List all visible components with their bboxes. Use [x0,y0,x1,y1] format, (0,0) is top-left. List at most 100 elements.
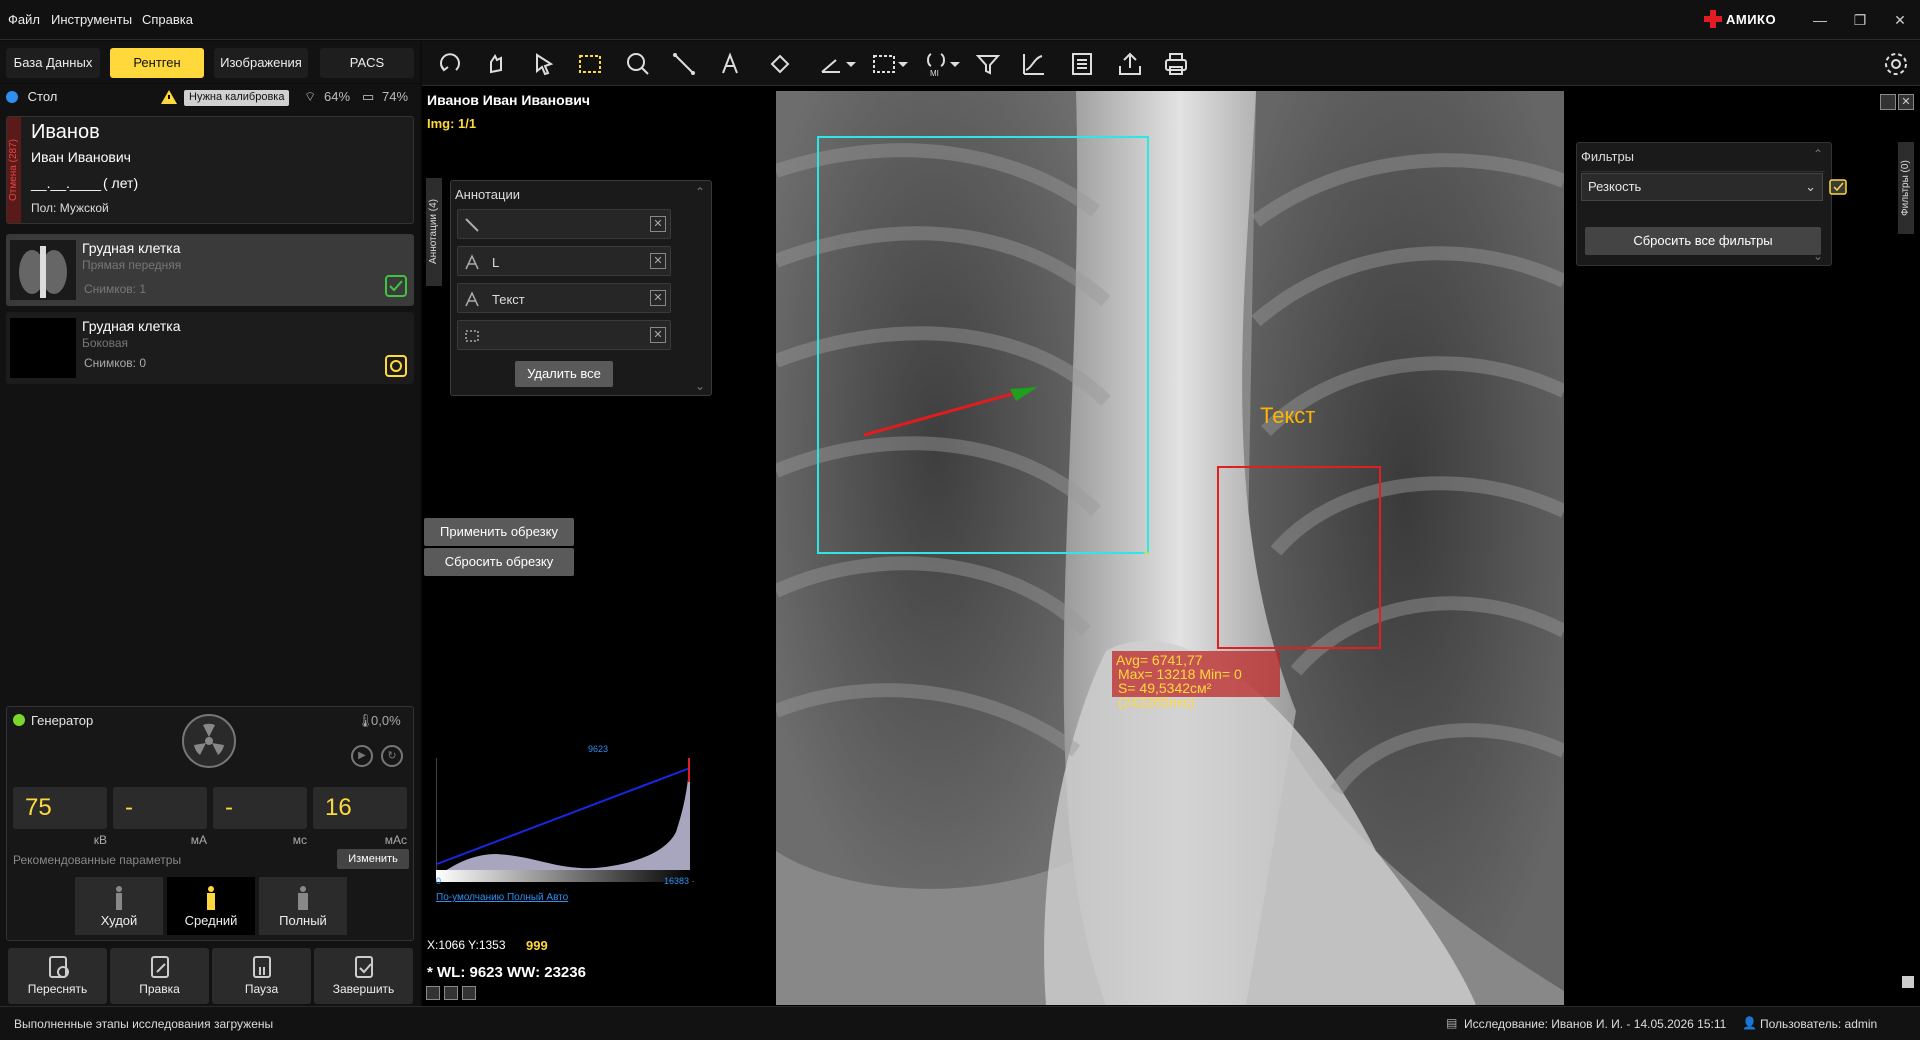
print-icon[interactable] [1160,49,1192,79]
hist-presets[interactable]: По-умолчанию Полный Авто [436,892,568,903]
measure-arrow[interactable] [860,381,1050,441]
series-thumbnail [10,240,76,300]
apply-crop-button[interactable]: Применить обрезку [424,518,574,546]
menu-file[interactable]: Файл [8,12,40,27]
delete-icon[interactable]: ✕ [650,216,666,232]
series-count: Снимков: 1 [84,282,147,296]
cancel-side-tab[interactable]: Отмена (287) [7,117,21,223]
body-thin-button[interactable]: Худой [75,877,163,935]
histogram[interactable]: 9623 0 16383 По-умолчанию Полный Авто [436,742,694,903]
view-mode-icon[interactable] [426,986,440,1000]
menu-help[interactable]: Справка [142,12,193,27]
tab-xray[interactable]: Рентген [110,48,204,78]
title-bar: Файл Инструменты Справка АМИКО — ❐ ✕ [0,0,1920,40]
filters-side-tab[interactable]: Фильтры (0) [1898,142,1914,234]
status-study: Исследование: Иванов И. И. - 14.05.2026 … [1464,1017,1727,1031]
series-item[interactable]: Грудная клетка Боковая Снимков: 0 [6,312,414,384]
text-annotation-icon[interactable] [716,49,748,79]
mi-dropdown-icon[interactable] [948,49,962,79]
annotation-row[interactable]: ✕ [457,320,671,350]
series-item[interactable]: Грудная клетка Прямая передняя Снимков: … [6,234,414,306]
tag-icon[interactable] [764,49,796,79]
collapse-up-icon[interactable]: ⌃ [1813,147,1823,161]
tab-database[interactable]: База Данных [6,48,100,78]
annotation-row[interactable]: Текст ✕ [457,283,671,313]
patient-surname: Иванов [31,121,100,143]
annotation-row[interactable]: L ✕ [457,246,671,276]
rotate-icon[interactable] [434,49,466,79]
report-icon[interactable] [1066,49,1098,79]
ms-value[interactable]: - [213,787,307,829]
delete-icon[interactable]: ✕ [650,253,666,269]
scroll-handle[interactable] [1902,976,1914,988]
layout-icon[interactable] [444,986,458,1000]
study-icon: ▤ [1446,1016,1458,1030]
minimize-icon[interactable]: — [1810,10,1830,30]
restore-icon[interactable]: ❐ [1850,10,1870,30]
filters-title: Фильтры [1581,149,1635,164]
reset-filters-button[interactable]: Сбросить все фильтры [1585,227,1821,255]
generator-panel: Генератор 🌡 0,0% ▶ ↻ 75 - - 16 кВ мА мс … [6,706,414,941]
fit-icon[interactable] [462,986,476,1000]
calibration-badge[interactable]: Нужна калибровка [184,90,290,106]
left-panel: Стол Нужна калибровка ⌔ 64% ▭ 74% Отмена… [0,84,420,1006]
xray-image[interactable]: + Текст Avg= 6741,77 Max= 13218 Min= 0 S… [776,91,1564,1005]
tab-pacs[interactable]: PACS [320,48,414,78]
window-close-icon[interactable]: ✕ [1898,94,1914,110]
body-large-button[interactable]: Полный [259,877,347,935]
desk-status: Стол [6,89,57,107]
pause-button[interactable]: Пауза [212,948,311,1004]
patient-name: Иван Иванович [31,149,131,165]
annotations-title: Аннотации [455,187,520,202]
zoom-icon[interactable] [622,49,654,79]
body-medium-button[interactable]: Средний [167,877,255,935]
annotations-side-tab[interactable]: Аннотации (4) [426,178,442,286]
patient-card[interactable]: Отмена (287) Иванов Иван Иванович __.__.… [6,116,414,224]
roi-rectangle[interactable] [1217,466,1381,649]
ruler-line-icon[interactable] [668,49,700,79]
crop-rectangle[interactable] [817,136,1149,554]
window-max-icon[interactable] [1880,94,1896,110]
battery-level: 74% [382,89,409,104]
pause-icon [252,956,271,978]
edit-button[interactable]: Правка [110,948,209,1004]
collapse-down-icon[interactable]: ⌄ [695,379,705,393]
reset-crop-button[interactable]: Сбросить обрезку [424,548,574,576]
tab-images[interactable]: Изображения [214,48,308,78]
pointer-icon[interactable] [528,49,560,79]
roi-stat-maxmin: Max= 13218 Min= 0 [1118,666,1242,682]
close-icon[interactable]: ✕ [1890,10,1910,30]
refresh-icon[interactable]: ↻ [381,745,403,767]
crop-handle[interactable]: + [1143,547,1155,559]
radiation-icon[interactable] [181,713,237,769]
annotation-row[interactable]: ✕ [457,209,671,239]
text-annotation[interactable]: Текст [1260,403,1315,429]
right-strip: ✕ Фильтры (0) [1878,86,1920,1006]
finish-button[interactable]: Завершить [314,948,413,1004]
roi-dropdown-icon[interactable] [896,49,910,79]
crop-select-icon[interactable] [574,49,606,79]
generator-label: Генератор [31,713,94,728]
kv-value[interactable]: 75 [13,787,107,829]
delete-icon[interactable]: ✕ [650,290,666,306]
curve-icon[interactable] [1018,49,1050,79]
image-index: Img: 1/1 [427,116,477,131]
angle-dropdown-icon[interactable] [844,49,858,79]
collapse-up-icon[interactable]: ⌃ [695,185,705,199]
play-icon[interactable]: ▶ [351,745,373,767]
menu-tools[interactable]: Инструменты [51,12,132,27]
retake-button[interactable]: Переснять [8,948,107,1004]
pan-hand-icon[interactable] [480,49,512,79]
settings-gear-icon[interactable] [1880,49,1912,79]
export-icon[interactable] [1114,49,1146,79]
ma-value[interactable]: - [113,787,207,829]
delete-icon[interactable]: ✕ [650,327,666,343]
collapse-down-icon[interactable]: ⌄ [1813,249,1823,263]
series-thumbnail-empty [10,318,76,378]
filter-apply-icon[interactable] [1829,179,1847,195]
change-button[interactable]: Изменить [337,849,409,869]
mas-value[interactable]: 16 [313,787,407,829]
filter-select[interactable]: Резкость ⌄ [1581,173,1823,201]
delete-all-button[interactable]: Удалить все [515,361,613,387]
filter-icon[interactable] [972,49,1004,79]
